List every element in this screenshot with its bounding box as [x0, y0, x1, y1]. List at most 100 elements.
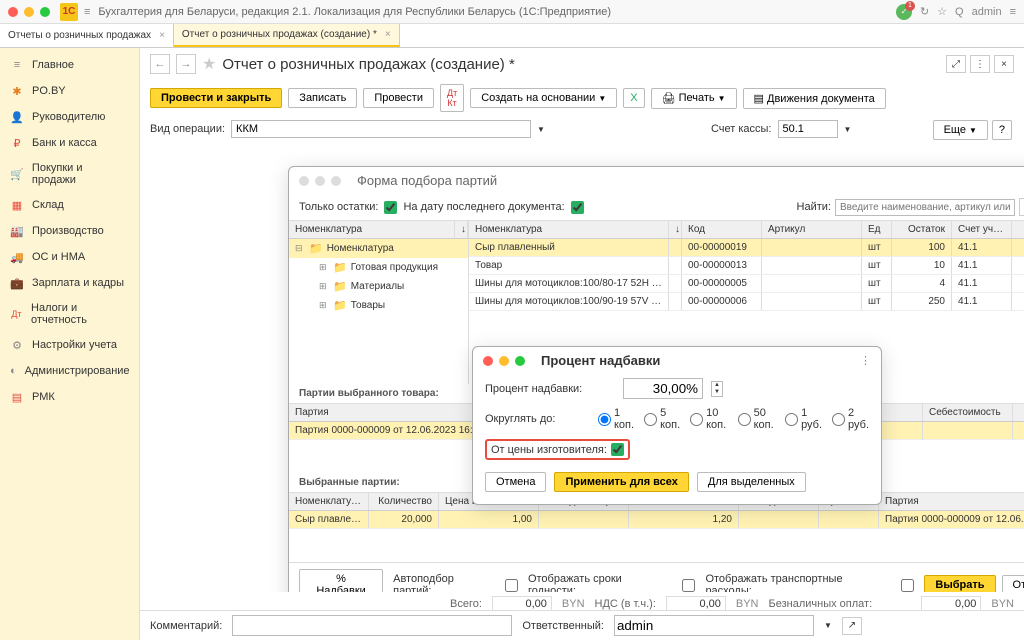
nav-back-button[interactable]: ← — [150, 54, 170, 74]
tab-report-create[interactable]: Отчет о розничных продажах (создание) * … — [174, 24, 400, 47]
close-window-icon[interactable] — [8, 7, 18, 17]
round-option[interactable]: 5 коп. — [644, 407, 680, 431]
modal-menu-icon[interactable]: ⋮ — [860, 354, 871, 367]
autopodbor-checkbox[interactable] — [505, 579, 518, 592]
round-option[interactable]: 1 коп. — [598, 407, 634, 431]
sozdat-button[interactable]: Создать на основании▼ — [470, 88, 617, 108]
link-icon[interactable]: ⤢ — [946, 55, 966, 73]
grid-row[interactable]: Товар00-00000013шт1041.1 — [469, 257, 1024, 275]
sroki-checkbox[interactable] — [682, 579, 695, 592]
round-radio[interactable] — [644, 413, 657, 426]
more-icon[interactable]: ⋮ — [970, 55, 990, 73]
modal-max-icon[interactable] — [331, 176, 341, 186]
col-header-ed[interactable]: Ед — [862, 221, 892, 238]
sidebar-item-settings[interactable]: ⚙Настройки учета — [0, 332, 139, 358]
dvizh-button[interactable]: ▤ Движения документа — [743, 88, 886, 109]
sidebar-item-admin[interactable]: ◐Администрирование — [0, 358, 139, 384]
sort-icon[interactable]: ↓ — [669, 221, 682, 238]
grid-row[interactable]: Шины для мотоциклов:100/90-19 57V COBRA … — [469, 293, 1024, 311]
sidebar-item-main[interactable]: ≡Главное — [0, 52, 139, 78]
sort-icon[interactable]: ↓ — [455, 221, 468, 238]
sidebar-item-manager[interactable]: 👤Руководителю — [0, 104, 139, 130]
eshe-button[interactable]: Еще▼ — [933, 120, 988, 140]
col-header-price[interactable]: Цена — [1013, 404, 1024, 421]
round-radio[interactable] — [690, 413, 703, 426]
round-option[interactable]: 1 руб. — [785, 407, 822, 431]
only-ostatki-checkbox[interactable] — [384, 201, 397, 214]
col-header-ost[interactable]: Остаток — [892, 221, 952, 238]
close-tab-icon[interactable]: × — [385, 29, 391, 40]
dt-kt-button[interactable]: ДтКт — [440, 84, 464, 112]
pechat-button[interactable]: 🖨Печать▼ — [651, 88, 737, 109]
col-header-art[interactable]: Артикул — [762, 221, 862, 238]
step-up-icon[interactable]: ▲ — [712, 382, 722, 389]
modal-close-icon[interactable] — [483, 356, 493, 366]
sidebar-item-taxes[interactable]: ДтНалоги и отчетность — [0, 296, 139, 332]
tree-root[interactable]: ⊟📁Номенклатура — [289, 239, 468, 258]
sidebar-item-poby[interactable]: ✱PO.BY — [0, 78, 139, 104]
col-header[interactable]: Номенклатура — [289, 493, 369, 510]
percent-input[interactable] — [623, 378, 703, 399]
sidebar-item-bank[interactable]: ₽Банк и касса — [0, 130, 139, 156]
col-header-nom[interactable]: Номенклатура — [469, 221, 669, 238]
menu-icon[interactable]: ≡ — [1010, 6, 1016, 18]
ot-ceny-checkbox[interactable] — [611, 443, 624, 456]
expand-icon[interactable]: ⊞ — [319, 300, 329, 311]
maximize-window-icon[interactable] — [40, 7, 50, 17]
grid-row[interactable]: Шины для мотоциклов:100/80-17 52H ROADRI… — [469, 275, 1024, 293]
col-header-kod[interactable]: Код — [682, 221, 762, 238]
close-tab-icon[interactable]: × — [159, 30, 165, 41]
sidebar-item-sales[interactable]: 🛒Покупки и продажи — [0, 156, 139, 192]
favorite-icon[interactable]: ☆ — [937, 5, 947, 18]
sidebar-item-production[interactable]: 🏭Производство — [0, 218, 139, 244]
round-option[interactable]: 2 руб. — [832, 407, 869, 431]
expand-icon[interactable]: ⊞ — [319, 281, 329, 292]
tree-item[interactable]: ⊞📁Товары — [289, 296, 468, 315]
hamburger-icon[interactable]: ≡ — [84, 6, 90, 18]
col-header-sch[interactable]: Счет учета — [952, 221, 1012, 238]
tab-reports[interactable]: Отчеты о розничных продажах × — [0, 24, 174, 47]
search-icon[interactable]: Q — [955, 6, 964, 18]
open-ref-icon[interactable]: ↗ — [842, 617, 862, 635]
schet-kassy-input[interactable] — [778, 120, 838, 138]
otvetstvennyi-input[interactable] — [614, 615, 814, 636]
help-button[interactable]: ? — [992, 120, 1012, 140]
cancel-button[interactable]: Отмена — [485, 472, 546, 492]
selected-row[interactable]: Сыр плавленн... 20,000 1,00 1,20 Партия … — [289, 511, 1024, 529]
modal-close-icon[interactable] — [299, 176, 309, 186]
step-down-icon[interactable]: ▼ — [712, 389, 722, 396]
clear-search-icon[interactable]: × — [1019, 198, 1024, 216]
modal-max-icon[interactable] — [515, 356, 525, 366]
round-radio[interactable] — [738, 413, 751, 426]
nav-forward-button[interactable]: → — [176, 54, 196, 74]
provesti-button[interactable]: Провести — [363, 88, 434, 108]
round-radio[interactable] — [832, 413, 845, 426]
round-radio[interactable] — [785, 413, 798, 426]
expand-icon[interactable]: ⊞ — [319, 262, 329, 273]
zapisat-button[interactable]: Записать — [288, 88, 357, 108]
provesti-zakryt-button[interactable]: Провести и закрыть — [150, 88, 282, 108]
modal-min-icon[interactable] — [499, 356, 509, 366]
chevron-down-icon[interactable]: ▼ — [844, 125, 852, 134]
col-header[interactable]: Партия — [879, 493, 1024, 510]
vid-operacii-input[interactable] — [231, 120, 531, 138]
modal-min-icon[interactable] — [315, 176, 325, 186]
percent-stepper[interactable]: ▲▼ — [711, 381, 723, 397]
sidebar-item-os[interactable]: 🚚ОС и НМА — [0, 244, 139, 270]
sidebar-item-warehouse[interactable]: ▦Склад — [0, 192, 139, 218]
notifications-icon[interactable]: ✓ — [896, 4, 912, 20]
round-radio[interactable] — [598, 413, 611, 426]
kommentarii-input[interactable] — [232, 615, 512, 636]
na-datu-checkbox[interactable] — [571, 201, 584, 214]
collapse-icon[interactable]: ⊟ — [295, 243, 305, 254]
chevron-down-icon[interactable]: ▼ — [537, 125, 545, 134]
excel-button[interactable]: X — [623, 88, 644, 108]
round-option[interactable]: 50 коп. — [738, 407, 775, 431]
user-label[interactable]: admin — [972, 6, 1002, 18]
close-doc-icon[interactable]: × — [994, 55, 1014, 73]
favorite-star-icon[interactable]: ★ — [202, 54, 216, 74]
col-header-seb[interactable]: Себестоимость — [923, 404, 1013, 421]
sidebar-item-salary[interactable]: 💼Зарплата и кадры — [0, 270, 139, 296]
sidebar-item-rmk[interactable]: ▤РМК — [0, 384, 139, 410]
apply-all-button[interactable]: Применить для всех — [554, 472, 688, 492]
